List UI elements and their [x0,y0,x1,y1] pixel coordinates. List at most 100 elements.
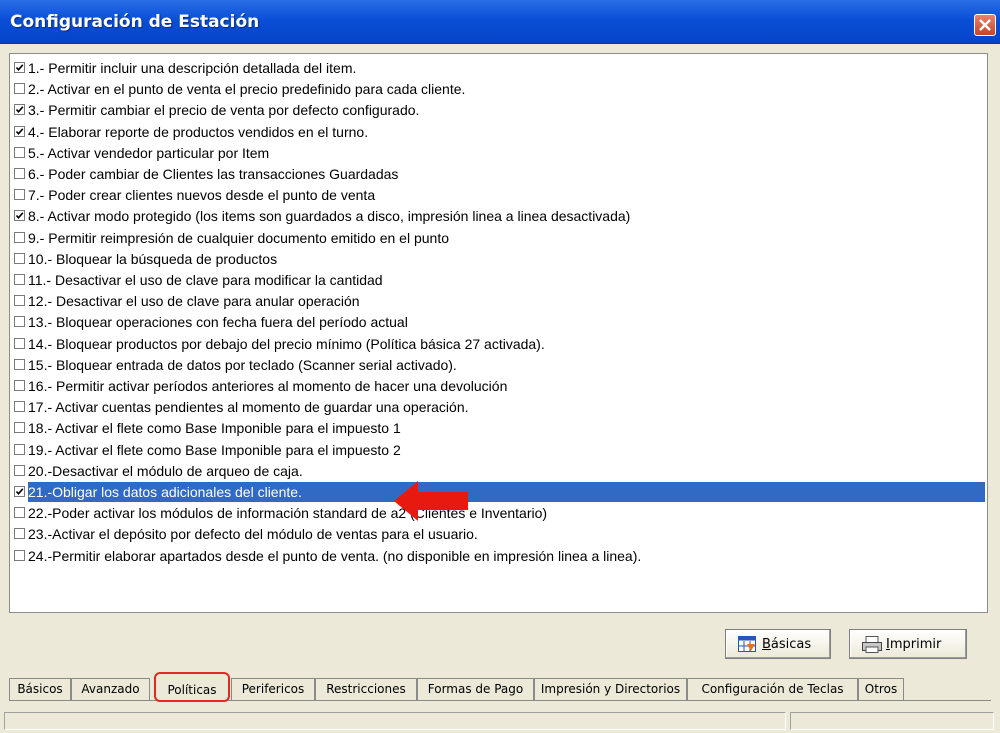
basicas-label: Básicas [762,637,812,652]
policy-label: 1.- Permitir incluir una descripción det… [28,60,357,76]
policy-row[interactable]: 22.-Poder activar los módulos de informa… [12,503,985,523]
policy-checkbox[interactable] [14,528,25,540]
policy-row[interactable]: 24.-Permitir elaborar apartados desde el… [12,546,985,566]
policy-row[interactable]: 19.- Activar el flete como Base Imponibl… [12,440,985,460]
status-bar [0,708,1000,733]
tab-formas-de-pago[interactable]: Formas de Pago [417,678,534,700]
tab-avanzado[interactable]: Avanzado [71,678,150,700]
policy-label: 17.- Activar cuentas pendientes al momen… [28,399,469,416]
policy-checkbox[interactable] [14,62,25,73]
policy-row[interactable]: 5.- Activar vendedor particular por Item [12,143,985,163]
status-pane-main [4,712,786,730]
policy-row[interactable]: 10.- Bloquear la búsqueda de productos [12,249,985,269]
policy-row[interactable]: 12.- Desactivar el uso de clave para anu… [12,291,985,311]
policy-checkbox[interactable] [14,104,25,116]
policy-row[interactable]: 20.-Desactivar el módulo de arqueo de ca… [12,461,985,481]
policy-checkbox[interactable] [14,231,25,243]
policy-label: 15.- Bloquear entrada de datos por tecla… [28,356,457,373]
policy-row[interactable]: 21.-Obligar los datos adicionales del cl… [12,482,985,502]
imprimir-button[interactable]: Imprimir [849,629,967,659]
title-bar: Configuración de Estación [0,0,1000,44]
check-icon [15,106,24,114]
policy-checkbox[interactable] [14,549,25,561]
tab-perifericos[interactable]: Perifericos [231,678,315,700]
policy-label: 24.-Permitir elaborar apartados desde el… [28,547,642,564]
policy-checkbox[interactable] [14,146,25,158]
policy-row[interactable]: 1.- Permitir incluir una descripción det… [12,58,985,78]
policy-checkbox[interactable] [14,189,25,201]
check-icon [15,127,24,135]
policy-checkbox[interactable] [14,380,25,391]
window-title: Configuración de Estación [10,12,260,32]
policy-label: 12.- Desactivar el uso de clave para anu… [28,293,360,310]
imprimir-label: Imprimir [886,637,942,652]
policy-checkbox[interactable] [14,316,25,328]
check-icon [15,212,24,220]
basicas-button[interactable]: Básicas [725,629,831,659]
policy-row[interactable]: 16.- Permitir activar períodos anteriore… [12,376,985,396]
policies-listbox[interactable]: 1.- Permitir incluir una descripción det… [9,53,988,613]
tab-restricciones[interactable]: Restricciones [315,678,417,700]
policy-label: 22.-Poder activar los módulos de informa… [28,505,548,522]
policy-row[interactable]: 23.-Activar el depósito por defecto del … [12,524,985,544]
policy-row[interactable]: 8.- Activar modo protegido (los items so… [12,206,985,226]
status-pane-secondary [790,712,994,730]
policy-checkbox[interactable] [14,422,25,434]
tab-otros[interactable]: Otros [858,678,904,700]
policy-label: 6.- Poder cambiar de Clientes las transa… [28,166,399,182]
policy-checkbox[interactable] [14,507,25,519]
policy-checkbox[interactable] [14,168,25,179]
policy-label: 2.- Activar en el punto de venta el prec… [28,81,466,98]
policy-label: 18.- Activar el flete como Base Imponibl… [28,420,401,437]
policy-row[interactable]: 14.- Bloquear productos por debajo del p… [12,334,985,354]
red-arrow-annotation [394,481,468,521]
tab-políticas[interactable]: Políticas [154,672,230,702]
policy-label: 9.- Permitir reimpresión de cualquier do… [28,229,449,246]
policy-row[interactable]: 2.- Activar en el punto de venta el prec… [12,79,985,99]
policy-label: 11.- Desactivar el uso de clave para mod… [28,272,383,288]
policy-label: 23.-Activar el depósito por defecto del … [28,526,478,543]
policy-checkbox[interactable] [14,358,25,370]
policy-label: 10.- Bloquear la búsqueda de productos [28,250,278,267]
tab-configuración-de-teclas[interactable]: Configuración de Teclas [687,678,858,700]
policy-checkbox[interactable] [14,274,25,285]
policy-label: 14.- Bloquear productos por debajo del p… [28,335,545,352]
policy-checkbox[interactable] [14,83,25,95]
policy-label: 3.- Permitir cambiar el precio de venta … [28,102,420,119]
policy-row[interactable]: 15.- Bloquear entrada de datos por tecla… [12,355,985,375]
policy-row[interactable]: 6.- Poder cambiar de Clientes las transa… [12,164,985,184]
policy-row[interactable]: 4.- Elaborar reporte de productos vendid… [12,122,985,142]
policy-row[interactable]: 3.- Permitir cambiar el precio de venta … [12,100,985,120]
check-icon [15,488,24,496]
policy-label: 8.- Activar modo protegido (los items so… [28,208,631,225]
tab-strip: Básicos Avanzado Políticas Perifericos Restr… [9,672,991,702]
policy-checkbox[interactable] [14,337,25,349]
policy-checkbox[interactable] [14,401,25,413]
policy-label: 5.- Activar vendedor particular por Item [28,144,270,161]
printer-icon [862,636,882,653]
policy-row[interactable]: 13.- Bloquear operaciones con fecha fuer… [12,312,985,332]
policy-row[interactable]: 18.- Activar el flete como Base Imponibl… [12,418,985,438]
policy-checkbox[interactable] [14,443,25,455]
policy-row[interactable]: 9.- Permitir reimpresión de cualquier do… [12,228,985,248]
policy-checkbox[interactable] [14,486,25,497]
policy-checkbox[interactable] [14,252,25,264]
tab-impresión-y-directorios[interactable]: Impresión y Directorios [534,678,687,700]
tab-básicos[interactable]: Básicos [9,678,71,700]
policy-checkbox[interactable] [14,295,25,307]
policy-row[interactable]: 11.- Desactivar el uso de clave para mod… [12,270,985,290]
policy-row[interactable]: 7.- Poder crear clientes nuevos desde el… [12,185,985,205]
policy-label: 16.- Permitir activar períodos anteriore… [28,378,508,394]
close-button[interactable] [974,14,996,36]
policy-label: 20.-Desactivar el módulo de arqueo de ca… [28,462,303,479]
close-icon [979,19,991,31]
grid-icon [738,636,756,652]
policy-row[interactable]: 17.- Activar cuentas pendientes al momen… [12,397,985,417]
check-icon [15,64,24,72]
policy-label: 21.-Obligar los datos adicionales del cl… [28,482,985,502]
policy-checkbox[interactable] [14,125,25,137]
policy-checkbox[interactable] [14,464,25,476]
policy-checkbox[interactable] [14,210,25,222]
policy-label: 7.- Poder crear clientes nuevos desde el… [28,187,376,204]
policy-label: 13.- Bloquear operaciones con fecha fuer… [28,314,408,331]
